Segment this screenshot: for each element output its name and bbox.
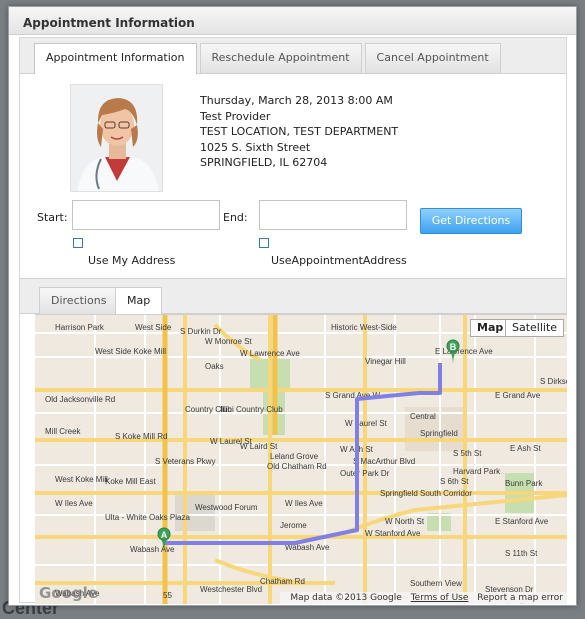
map-label: W Iles Ave bbox=[55, 499, 93, 508]
use-appointment-address-label: UseAppointmentAddress bbox=[271, 254, 407, 267]
map-label: Central bbox=[410, 412, 436, 421]
map-label: E Ash St bbox=[510, 444, 541, 453]
map-label: West Koke Mill bbox=[55, 475, 108, 484]
map-label: Old Jacksonville Rd bbox=[45, 395, 115, 404]
map-label: S 5th St bbox=[453, 449, 482, 458]
map-label: Harrison Park bbox=[55, 323, 105, 332]
map-label: W North St bbox=[385, 517, 425, 526]
map-label: Springfield South Corridor bbox=[380, 489, 472, 498]
appointment-street: 1025 S. Sixth Street bbox=[200, 140, 311, 154]
appointment-city: SPRINGFIELD, IL 62704 bbox=[200, 156, 328, 169]
map-label: Historic West-Side bbox=[331, 323, 397, 332]
map-label: Jerome bbox=[280, 521, 307, 530]
tab-appointment-information[interactable]: Appointment Information bbox=[34, 43, 197, 74]
map-label: Wabash Ave bbox=[130, 545, 175, 554]
map-label: Mill Creek bbox=[45, 427, 82, 436]
map-label: S Veterans Pkwy bbox=[155, 457, 215, 466]
map-data-credit: Map data ©2013 Google bbox=[290, 593, 402, 603]
map-label: Westchester Blvd bbox=[200, 585, 262, 594]
appointment-tabbar: Appointment Information Reschedule Appoi… bbox=[20, 38, 566, 74]
appointment-location: TEST LOCATION, TEST DEPARTMENT bbox=[200, 125, 399, 138]
tab-cancel-appointment[interactable]: Cancel Appointment bbox=[364, 43, 501, 73]
marker-a-label: A bbox=[161, 530, 168, 540]
map-labels: Harrison Park West Side West Side Koke Mil… bbox=[45, 323, 567, 604]
use-appointment-address-checkbox[interactable] bbox=[259, 238, 269, 248]
map-label: W Lawrence Ave bbox=[240, 349, 300, 358]
map-subtabbar: Directions Map bbox=[20, 278, 566, 315]
map-label: Koke Mill East bbox=[105, 477, 156, 486]
map-label: W Stanford Ave bbox=[365, 529, 421, 538]
map-label: Old Chatham Rd bbox=[267, 462, 327, 471]
appointment-provider: Test Provider bbox=[200, 109, 271, 123]
map-label: Leland Grove bbox=[270, 452, 319, 461]
end-input[interactable] bbox=[259, 200, 407, 230]
map-label: West Side bbox=[135, 323, 172, 332]
map-label: S 6th St bbox=[440, 477, 469, 486]
map-label: W Laird St bbox=[240, 442, 278, 451]
tab-map[interactable]: Map bbox=[115, 287, 163, 315]
start-input[interactable] bbox=[72, 200, 220, 230]
map-label: Oaks bbox=[205, 362, 224, 371]
dialog-content: Appointment Information Reschedule Appoi… bbox=[19, 37, 567, 604]
map-label: Illini Country Club bbox=[220, 405, 283, 414]
tab-reschedule-appointment[interactable]: Reschedule Appointment bbox=[199, 43, 362, 73]
map-view[interactable]: Harrison Park West Side West Side Koke Mil… bbox=[35, 314, 567, 604]
appointment-details: Thursday, March 28, 2013 8:00 AM Test Pr… bbox=[200, 93, 398, 171]
map-label: Southern View bbox=[410, 579, 462, 588]
map-label: Outer Park Dr bbox=[340, 469, 390, 478]
map-label: West Side Koke Mill bbox=[95, 347, 166, 356]
map-label: E Grand Ave bbox=[495, 391, 541, 400]
start-label: Start: bbox=[37, 211, 68, 224]
provider-portrait-image bbox=[71, 85, 162, 191]
map-label: Springfield bbox=[420, 429, 458, 438]
map-label: Chatham Rd bbox=[260, 577, 305, 586]
use-my-address-checkbox[interactable] bbox=[73, 238, 83, 248]
appointment-datetime: Thursday, March 28, 2013 8:00 AM bbox=[200, 94, 393, 107]
marker-b-label: B bbox=[450, 342, 457, 352]
map-label: S Koke Mill Rd bbox=[115, 432, 167, 441]
map-label: W Iles Ave bbox=[285, 499, 323, 508]
map-label: Ulta - White Oaks Plaza bbox=[105, 513, 190, 522]
terms-of-use-link[interactable]: Terms of Use bbox=[411, 593, 469, 603]
tab-directions[interactable]: Directions bbox=[39, 287, 119, 315]
end-label: End: bbox=[223, 211, 248, 224]
dialog-title: Appointment Information bbox=[9, 7, 576, 35]
appointment-dialog: Appointment Information Appointment Info… bbox=[8, 6, 577, 606]
map-label: E Lawrence Ave bbox=[435, 347, 493, 356]
map-label: S MacArthur Blvd bbox=[353, 457, 415, 466]
get-directions-button[interactable]: Get Directions bbox=[420, 208, 522, 234]
map-label: S 11th St bbox=[505, 549, 538, 558]
map-label: W Monroe St bbox=[205, 337, 252, 346]
google-logo: Google bbox=[39, 584, 98, 602]
map-label: S Durkin Dr bbox=[180, 327, 222, 336]
map-label: W Laurel St bbox=[345, 419, 388, 428]
map-label: Bunn Park bbox=[505, 479, 543, 488]
map-type-satellite-button[interactable]: Satellite bbox=[505, 319, 565, 337]
map-label: 55 bbox=[163, 591, 172, 600]
use-my-address-label: Use My Address bbox=[88, 254, 176, 267]
map-label: Vinegar Hill bbox=[365, 357, 406, 366]
provider-photo bbox=[70, 84, 163, 192]
map-attribution: Map data ©2013 Google Terms of Use Repor… bbox=[280, 592, 567, 604]
map-label: Westwood Forum bbox=[195, 503, 258, 512]
report-map-error-link[interactable]: Report a map error bbox=[477, 593, 563, 603]
map-label: S Dirksen Pkwy bbox=[540, 377, 567, 386]
map-canvas[interactable]: Harrison Park West Side West Side Koke Mil… bbox=[35, 315, 567, 604]
map-label: E Stanford Ave bbox=[495, 517, 549, 526]
map-label: Harvard Park bbox=[453, 467, 501, 476]
